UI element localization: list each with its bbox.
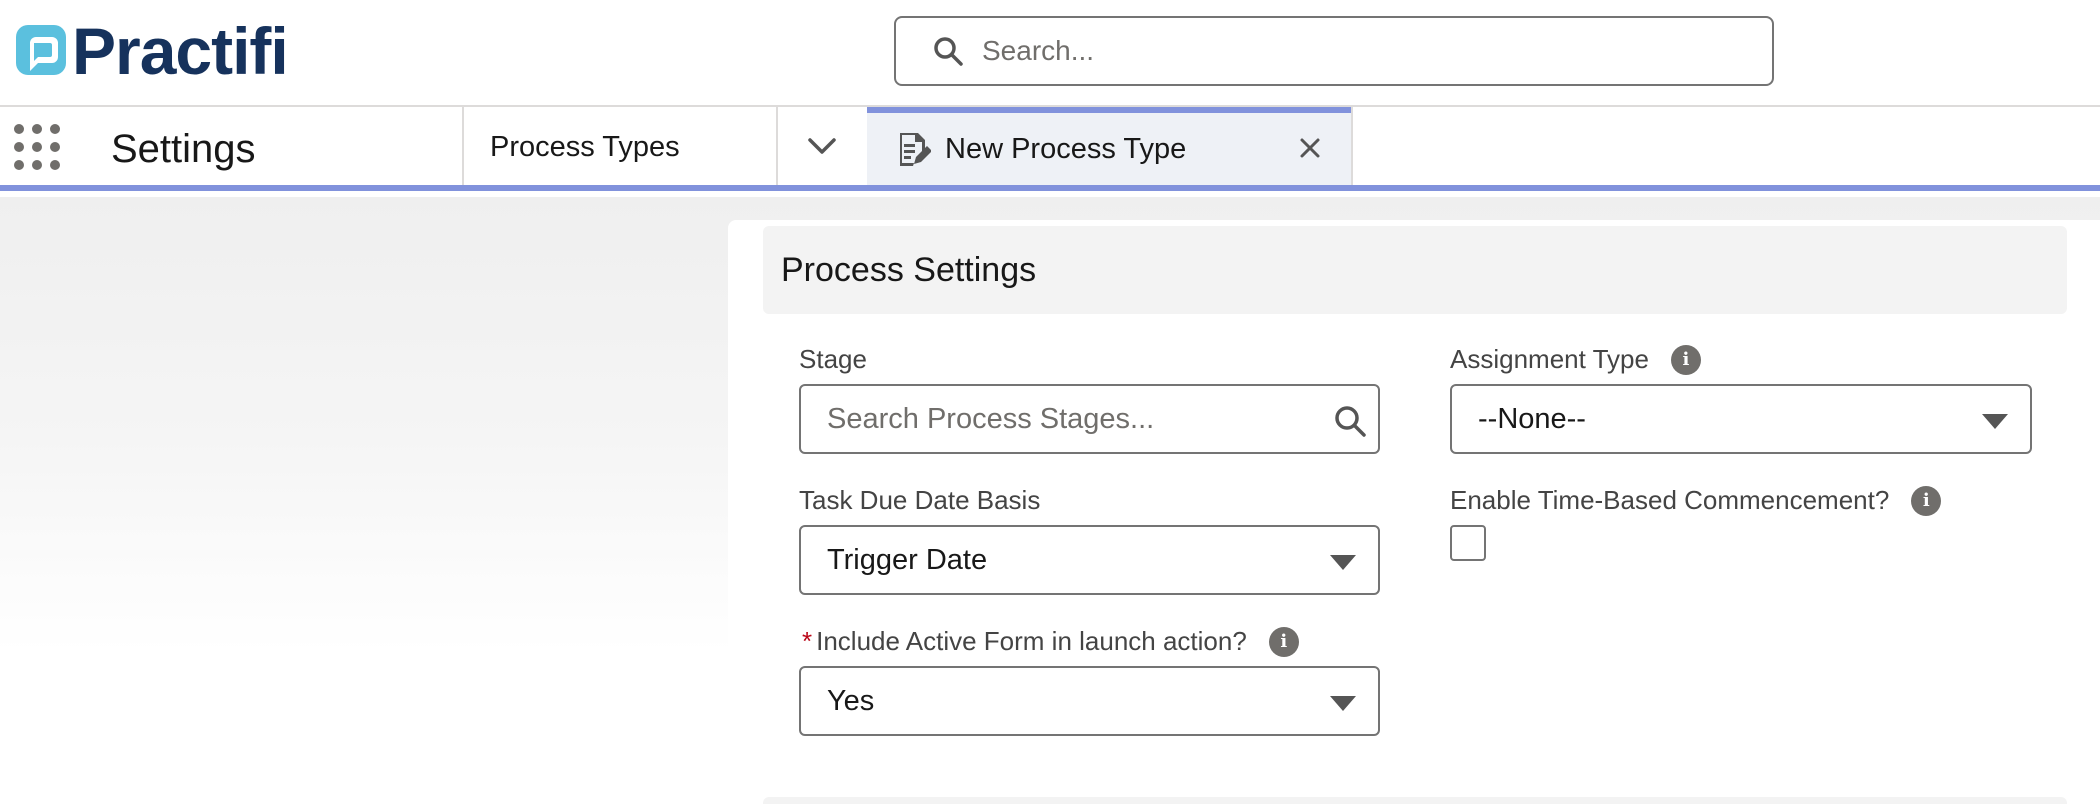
stage-search-input[interactable] — [827, 402, 1307, 436]
practifi-logo[interactable]: Practifi — [14, 14, 289, 88]
nav-divider — [1351, 107, 1353, 185]
time-based-commencement-checkbox[interactable] — [1450, 525, 1486, 561]
app-launcher-icon[interactable] — [14, 124, 62, 172]
caret-down-icon — [1330, 555, 1356, 570]
logo-text: Practifi — [72, 14, 289, 88]
global-header: Practifi — [0, 0, 2100, 107]
tab-label: New Process Type — [945, 132, 1187, 165]
caret-down-icon — [1330, 696, 1356, 711]
info-icon[interactable]: i — [1911, 485, 1942, 516]
close-tab-button[interactable] — [1292, 130, 1328, 166]
global-search-input[interactable] — [982, 35, 1742, 67]
info-icon[interactable]: i — [1268, 626, 1299, 657]
tab-new-process-type[interactable]: New Process Type — [867, 107, 1352, 185]
edit-document-icon — [900, 133, 931, 166]
task-due-date-basis-select[interactable]: Trigger Date — [799, 525, 1380, 595]
chevron-down-icon — [808, 138, 836, 154]
include-active-form-select[interactable]: Yes — [799, 666, 1380, 736]
assignment-type-select[interactable]: --None-- — [1450, 384, 2032, 454]
search-icon — [934, 37, 963, 66]
search-icon — [1335, 406, 1366, 437]
stage-label: Stage — [799, 344, 867, 374]
include-active-form-value: Yes — [827, 684, 875, 717]
assignment-type-value: --None-- — [1478, 402, 1586, 435]
task-due-date-basis-label: Task Due Date Basis — [799, 485, 1041, 515]
section-header: Process Settings — [763, 226, 2067, 314]
nav-bar: Settings Process Types New Process Type — [0, 107, 2100, 191]
include-active-form-label: * Include Active Form in launch action? … — [802, 626, 1299, 657]
nav-divider — [462, 107, 464, 185]
caret-down-icon — [1982, 414, 2008, 429]
close-icon — [1300, 138, 1320, 158]
nav-item-process-types[interactable]: Process Types — [490, 131, 680, 164]
logo-mark-icon — [16, 25, 66, 75]
section-title: Process Settings — [781, 250, 1037, 289]
next-section-header — [763, 797, 2067, 804]
global-search[interactable] — [894, 16, 1774, 86]
nav-item-menu-button[interactable] — [778, 107, 866, 185]
info-icon[interactable]: i — [1670, 344, 1701, 375]
required-indicator: * — [802, 626, 813, 656]
app-name: Settings — [111, 127, 256, 171]
task-due-date-basis-value: Trigger Date — [827, 543, 988, 576]
stage-lookup[interactable] — [799, 384, 1380, 454]
time-based-commencement-label: Enable Time-Based Commencement? i — [1450, 485, 1942, 516]
assignment-type-label: Assignment Type i — [1450, 344, 1701, 375]
